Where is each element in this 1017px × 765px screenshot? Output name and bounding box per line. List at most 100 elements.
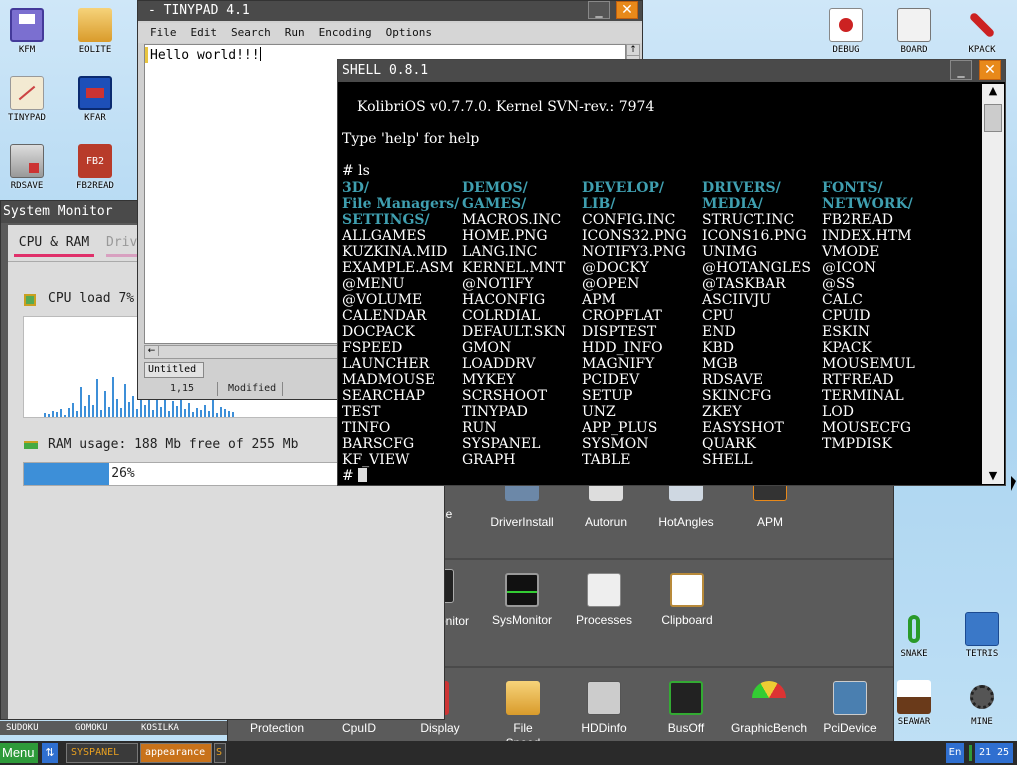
desktop-icon-eolite[interactable]: EOLITE	[63, 8, 127, 55]
language-indicator[interactable]: En	[946, 743, 964, 763]
app-label-gomoku[interactable]: GOMOKU	[75, 721, 108, 735]
ls-entry: TERMINAL	[822, 388, 904, 404]
panel-item-sysmonitor[interactable]: SysMonitor	[477, 573, 567, 627]
pci-card-icon	[833, 681, 867, 715]
panel-item-hddinfo[interactable]: HDDinfo	[559, 681, 649, 735]
desktop-icon-label: SNAKE	[900, 649, 928, 659]
panel-item-graphicbench[interactable]: GraphicBench	[724, 681, 814, 735]
ls-entry: @OPEN	[582, 276, 640, 292]
gauge-icon	[752, 681, 786, 715]
cpu-graph-bar	[172, 401, 174, 417]
cpu-graph-bar	[52, 411, 54, 417]
ls-entry: SYSMON	[582, 436, 649, 452]
desktop-icon-debug[interactable]: DEBUG	[814, 8, 878, 55]
taskbar-item-appearance[interactable]: appearance	[140, 743, 212, 763]
cpu-graph-bar	[216, 413, 218, 417]
desktop-icon-label: KFM	[18, 45, 36, 55]
panel-item-label: Protection	[249, 721, 305, 735]
ls-entry: TABLE	[582, 452, 631, 468]
tab-label: CPU & RAM	[18, 235, 90, 250]
app-label-sudoku[interactable]: SUDOKU	[6, 721, 39, 735]
ls-entry: CROPFLAT	[582, 308, 662, 324]
app-label-kosilka[interactable]: KOSILKA	[141, 721, 179, 735]
window-titlebar[interactable]: - TINYPAD 4.1	[138, 1, 642, 21]
taskbar-item-s[interactable]: S	[214, 743, 226, 763]
desktop-icon-snake[interactable]: SNAKE	[882, 612, 946, 659]
ls-entry: QUARK	[702, 436, 756, 452]
menu-button[interactable]: Menu	[0, 743, 38, 763]
scroll-up-icon[interactable]: ↑	[627, 45, 639, 56]
cpu-graph-bar	[92, 405, 94, 417]
panel-item-protection[interactable]: Protection	[232, 721, 322, 735]
cpu-graph-bar	[84, 406, 86, 417]
vertical-scrollbar[interactable]: ▲ ▼	[982, 84, 1004, 484]
menu-run[interactable]: Run	[285, 26, 305, 39]
tab-cpu-ram[interactable]: CPU & RAM	[14, 235, 94, 257]
menu-file[interactable]: File	[150, 26, 177, 39]
panel-item-busoff[interactable]: BusOff	[641, 681, 731, 735]
tab-untitled[interactable]: Untitled	[144, 362, 204, 378]
bug-icon	[829, 8, 863, 42]
cpu-graph-bar	[232, 412, 234, 417]
scroll-up-icon[interactable]: ▲	[982, 84, 1004, 97]
desktop-icon-label: TETRIS	[965, 649, 999, 659]
cpu-graph-bar	[112, 377, 114, 417]
panel-item-label: CpuID	[341, 721, 376, 735]
panel-item-processes[interactable]: Processes	[559, 573, 649, 627]
close-button[interactable]: ✕	[979, 60, 1001, 80]
ram-usage-label: RAM usage: 188 Mb free of 255 Mb	[48, 437, 299, 452]
switch-icon[interactable]: ⇅	[42, 743, 58, 763]
chip-icon	[669, 681, 703, 715]
scroll-left-icon[interactable]: ←	[145, 346, 159, 356]
desktop-icon-kpack[interactable]: KPACK	[950, 8, 1014, 55]
cpu-graph-bar	[80, 387, 82, 417]
cpu-graph-bar	[124, 384, 126, 417]
ls-entry: CONFIG.INC	[582, 212, 676, 228]
ls-entry: APM	[582, 292, 616, 308]
desktop-icon-tetris[interactable]: TETRIS	[950, 612, 1014, 659]
menu-encoding[interactable]: Encoding	[319, 26, 372, 39]
ls-entry: @SS	[822, 276, 855, 292]
ls-entry: MOUSECFG	[822, 420, 912, 436]
window-title: SHELL 0.8.1	[342, 63, 429, 78]
scroll-thumb[interactable]	[984, 104, 1002, 132]
ls-entry: SHELL	[702, 452, 753, 468]
clock[interactable]: 21 25	[975, 743, 1013, 763]
desktop-icon-fb2read[interactable]: FB2 FB2READ	[63, 144, 127, 191]
desktop-icon-kfm[interactable]: KFM	[0, 8, 59, 55]
panel-item-cpuid[interactable]: CpuID	[314, 721, 404, 735]
desktop-icon-mine[interactable]: MINE	[950, 680, 1014, 727]
taskbar-item-syspanel[interactable]: SYSPANEL	[66, 743, 138, 763]
desktop-icon-board[interactable]: BOARD	[882, 8, 946, 55]
ls-entry: TEST	[342, 404, 381, 420]
cpu-graph-bar	[212, 399, 214, 417]
ls-entry: NOTIFY3.PNG	[582, 244, 686, 260]
desktop-icon-kfar[interactable]: KFAR	[63, 76, 127, 123]
minimize-button[interactable]: _	[588, 1, 610, 19]
ls-entry: VMODE	[822, 244, 880, 260]
tray-separator	[969, 745, 972, 761]
close-button[interactable]: ✕	[616, 1, 638, 19]
cpu-graph-bar	[104, 391, 106, 417]
desktop-icon-tinypad[interactable]: TINYPAD	[0, 76, 59, 123]
ls-entry: SETTINGS/	[342, 212, 430, 228]
panel-item-clipboard[interactable]: Clipboard	[642, 573, 732, 627]
cpu-graph-bar	[88, 395, 90, 417]
cpu-graph-bar	[100, 410, 102, 417]
menu-search[interactable]: Search	[231, 26, 271, 39]
desktop-icon-seawar[interactable]: SEAWAR	[882, 680, 946, 727]
cpu-graph-bar	[48, 414, 50, 417]
scroll-down-icon[interactable]: ▼	[982, 469, 1004, 482]
shell-prompt[interactable]: #	[342, 468, 368, 484]
window-titlebar[interactable]: SHELL 0.8.1	[338, 60, 1005, 82]
cpu-graph-bar	[188, 403, 190, 417]
ls-entry: DRIVERS/	[702, 180, 781, 196]
desktop-icon-label: SEAWAR	[897, 717, 931, 727]
minimize-button[interactable]: _	[950, 60, 972, 80]
window-title: System Monitor	[3, 204, 113, 219]
menu-options[interactable]: Options	[386, 26, 432, 39]
menu-edit[interactable]: Edit	[191, 26, 218, 39]
desktop-icon-rdsave[interactable]: RDSAVE	[0, 144, 59, 191]
tetris-icon	[965, 612, 999, 646]
cpu-graph-bar	[144, 405, 146, 417]
